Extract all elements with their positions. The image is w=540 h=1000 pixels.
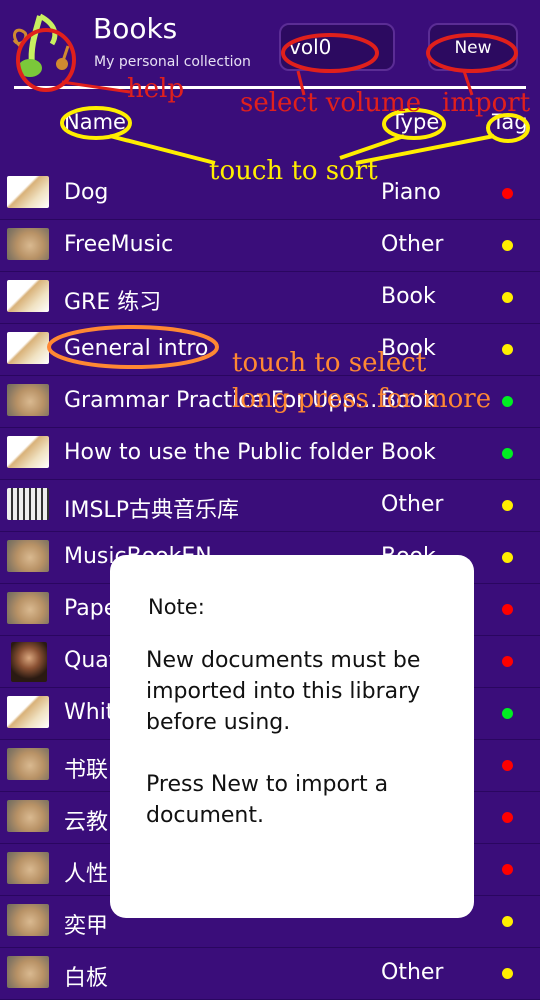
book-row[interactable]: FreeMusic Other (0, 220, 540, 272)
book-name: FreeMusic (64, 232, 174, 257)
book-type: Book (381, 440, 436, 465)
book-thumbnail-icon (7, 332, 49, 364)
app-subtitle: My personal collection (94, 54, 251, 70)
app-title: Books (93, 12, 178, 45)
tag-dot-icon (502, 916, 513, 927)
long-press-annotation: long press for more (232, 384, 492, 414)
tag-dot-icon (502, 864, 513, 875)
book-thumbnail-icon (7, 488, 49, 520)
book-thumbnail-icon (7, 384, 49, 416)
help-annotation: help (127, 74, 185, 104)
tag-dot-icon (502, 604, 513, 615)
book-row[interactable]: IMSLP古典音乐库 Other (0, 480, 540, 532)
app-header: Books My personal collection vol0 New (0, 0, 540, 90)
book-type: Other (381, 232, 444, 257)
note-dialog-message: New documents must be imported into this… (146, 648, 421, 735)
book-thumbnail-icon (7, 800, 49, 832)
book-thumbnail-icon (11, 642, 47, 682)
book-thumbnail-icon (7, 176, 49, 208)
book-thumbnail-icon (7, 748, 49, 780)
touch-to-sort-annotation: touch to sort (209, 156, 378, 186)
book-type: Other (381, 492, 444, 517)
tag-dot-icon (502, 396, 513, 407)
new-import-button[interactable]: New (428, 23, 518, 71)
sort-by-name-header[interactable]: Name (64, 110, 126, 134)
tag-dot-icon (502, 968, 513, 979)
book-thumbnail-icon (7, 592, 49, 624)
book-thumbnail-icon (7, 228, 49, 260)
tag-dot-icon (502, 240, 513, 251)
volume-select-button[interactable]: vol0 (279, 23, 395, 71)
note-dialog-title: Note: (148, 595, 205, 619)
book-row[interactable]: How to use the Public folder Book (0, 428, 540, 480)
import-annotation: import (442, 88, 531, 118)
tag-dot-icon (502, 760, 513, 771)
book-row[interactable]: GRE 练习 Book (0, 272, 540, 324)
book-thumbnail-icon (7, 904, 49, 936)
tag-dot-icon (502, 552, 513, 563)
book-type: Piano (381, 180, 441, 205)
tag-dot-icon (502, 344, 513, 355)
select-volume-annotation: select volume (240, 88, 422, 118)
tag-dot-icon (502, 708, 513, 719)
book-row[interactable]: 白板 Other (0, 948, 540, 1000)
tag-dot-icon (502, 812, 513, 823)
note-dialog[interactable]: Note: New documents must be imported int… (110, 555, 474, 918)
book-thumbnail-icon (7, 540, 49, 572)
tag-dot-icon (502, 448, 513, 459)
tag-dot-icon (502, 188, 513, 199)
note-dialog-instruction: Press New to import a document. (146, 772, 389, 828)
touch-to-select-annotation: touch to select (232, 348, 427, 378)
book-type: Other (381, 960, 444, 985)
music-note-logo-icon[interactable] (10, 6, 80, 86)
book-name: GRE 练习 (64, 290, 162, 315)
book-name: IMSLP古典音乐库 (64, 498, 239, 523)
book-thumbnail-icon (7, 956, 49, 988)
tag-dot-icon (502, 656, 513, 667)
book-thumbnail-icon (7, 436, 49, 468)
book-thumbnail-icon (7, 852, 49, 884)
book-type: Book (381, 284, 436, 309)
book-thumbnail-icon (7, 280, 49, 312)
book-name: How to use the Public folder (64, 440, 374, 465)
book-name: 白板 (64, 966, 109, 991)
tag-dot-icon (502, 292, 513, 303)
book-thumbnail-icon (7, 696, 49, 728)
tag-dot-icon (502, 500, 513, 511)
